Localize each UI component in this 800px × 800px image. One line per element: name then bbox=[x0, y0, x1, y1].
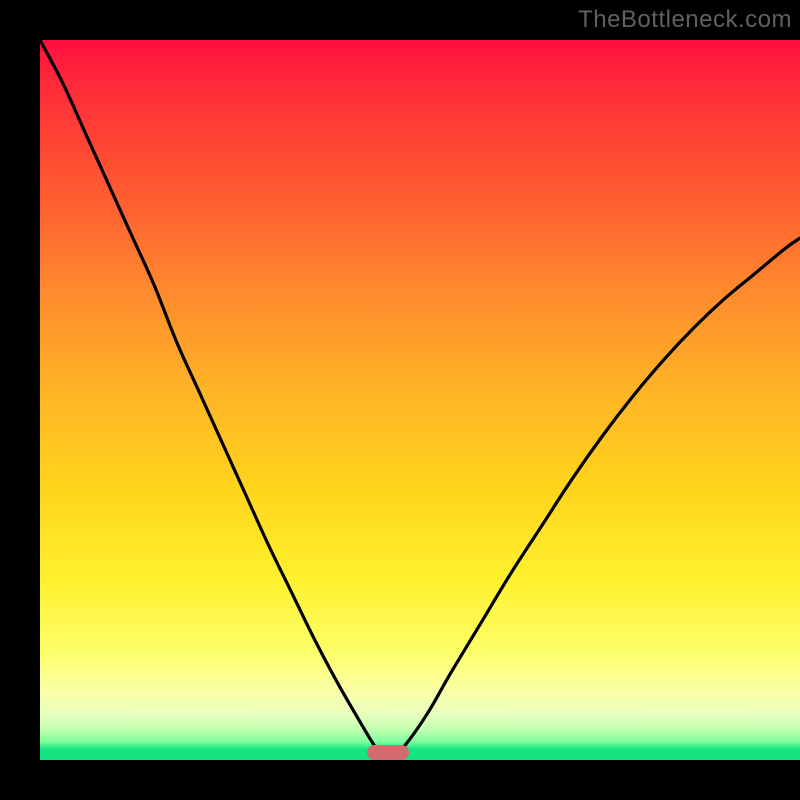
bottleneck-curve bbox=[40, 40, 800, 760]
optimal-range-marker bbox=[367, 745, 410, 760]
chart-plot-area bbox=[40, 40, 800, 760]
watermark-text: TheBottleneck.com bbox=[578, 6, 792, 34]
